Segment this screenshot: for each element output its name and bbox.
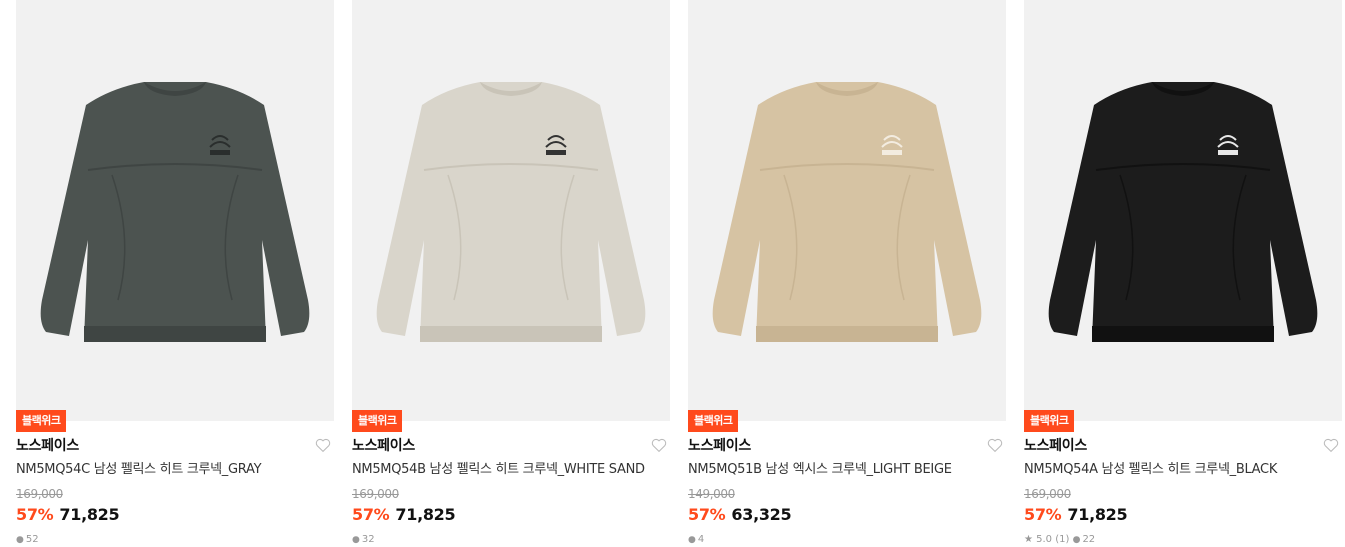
product-brand[interactable]: 노스페이스 [1024, 436, 1087, 456]
promo-badge: 블랙위크 [1024, 410, 1075, 432]
discount-rate: 57% [352, 505, 390, 524]
product-image[interactable] [352, 0, 670, 421]
product-image[interactable] [1024, 0, 1342, 421]
price-row: 57% 63,325 [688, 504, 792, 526]
review-count: 4 [697, 534, 705, 545]
product-meta: ● 4 [688, 533, 704, 547]
product-meta: ● 32 [352, 533, 375, 547]
product-name[interactable]: NM5MQ51B 남성 엑시스 크루넥_LIGHT BEIGE [688, 461, 1006, 479]
product-name[interactable]: NM5MQ54B 남성 펠릭스 히트 크루넥_WHITE SAND [352, 461, 670, 479]
product-image[interactable] [688, 0, 1006, 421]
review-count: 52 [25, 534, 39, 545]
price-row: 57% 71,825 [16, 504, 120, 526]
promo-badge: 블랙위크 [688, 410, 739, 432]
speech-bubble-icon: ● [1072, 535, 1081, 545]
product-name[interactable]: NM5MQ54C 남성 펠릭스 히트 크루넥_GRAY [16, 461, 334, 479]
sweatshirt-illustration [1048, 82, 1318, 342]
review-count: 22 [1082, 534, 1096, 545]
original-price: 169,000 [1024, 487, 1071, 501]
speech-bubble-icon: ● [352, 535, 360, 545]
heart-outline-icon[interactable] [314, 436, 332, 454]
heart-outline-icon[interactable] [650, 436, 668, 454]
sale-price: 71,825 [1067, 505, 1128, 524]
product-brand[interactable]: 노스페이스 [688, 436, 751, 456]
sweatshirt-illustration [712, 82, 982, 342]
discount-rate: 57% [1024, 505, 1062, 524]
discount-rate: 57% [16, 505, 54, 524]
product-card[interactable]: 블랙위크 노스페이스 NM5MQ54C 남성 펠릭스 히트 크루넥_GRAY 1… [16, 0, 334, 545]
product-brand[interactable]: 노스페이스 [16, 436, 79, 456]
product-meta: ● 52 [16, 533, 39, 547]
promo-badge: 블랙위크 [16, 410, 67, 432]
original-price: 169,000 [16, 487, 63, 501]
product-grid: 블랙위크 노스페이스 NM5MQ54C 남성 펠릭스 히트 크루넥_GRAY 1… [0, 0, 1345, 545]
product-card[interactable]: 블랙위크 노스페이스 NM5MQ54B 남성 펠릭스 히트 크루넥_WHITE … [352, 0, 670, 545]
original-price: 149,000 [688, 487, 735, 501]
product-name[interactable]: NM5MQ54A 남성 펠릭스 히트 크루넥_BLACK [1024, 461, 1342, 479]
product-image[interactable] [16, 0, 334, 421]
sale-price: 63,325 [731, 505, 792, 524]
sweatshirt-illustration [40, 82, 310, 342]
sale-price: 71,825 [395, 505, 456, 524]
original-price: 169,000 [352, 487, 399, 501]
sweatshirt-illustration [376, 82, 646, 342]
heart-outline-icon[interactable] [1322, 436, 1340, 454]
discount-rate: 57% [688, 505, 726, 524]
speech-bubble-icon: ● [688, 535, 696, 545]
product-card[interactable]: 블랙위크 노스페이스 NM5MQ51B 남성 엑시스 크루넥_LIGHT BEI… [688, 0, 1006, 545]
speech-bubble-icon: ● [16, 535, 24, 545]
rating-text: ★ 5.0 (1) [1024, 534, 1070, 545]
promo-badge: 블랙위크 [352, 410, 403, 432]
sale-price: 71,825 [59, 505, 120, 524]
price-row: 57% 71,825 [1024, 504, 1128, 526]
price-row: 57% 71,825 [352, 504, 456, 526]
review-count: 32 [361, 534, 375, 545]
product-card[interactable]: 블랙위크 노스페이스 NM5MQ54A 남성 펠릭스 히트 크루넥_BLACK … [1024, 0, 1342, 545]
product-meta: ★ 5.0 (1) ● 22 [1024, 533, 1095, 547]
product-brand[interactable]: 노스페이스 [352, 436, 415, 456]
heart-outline-icon[interactable] [986, 436, 1004, 454]
